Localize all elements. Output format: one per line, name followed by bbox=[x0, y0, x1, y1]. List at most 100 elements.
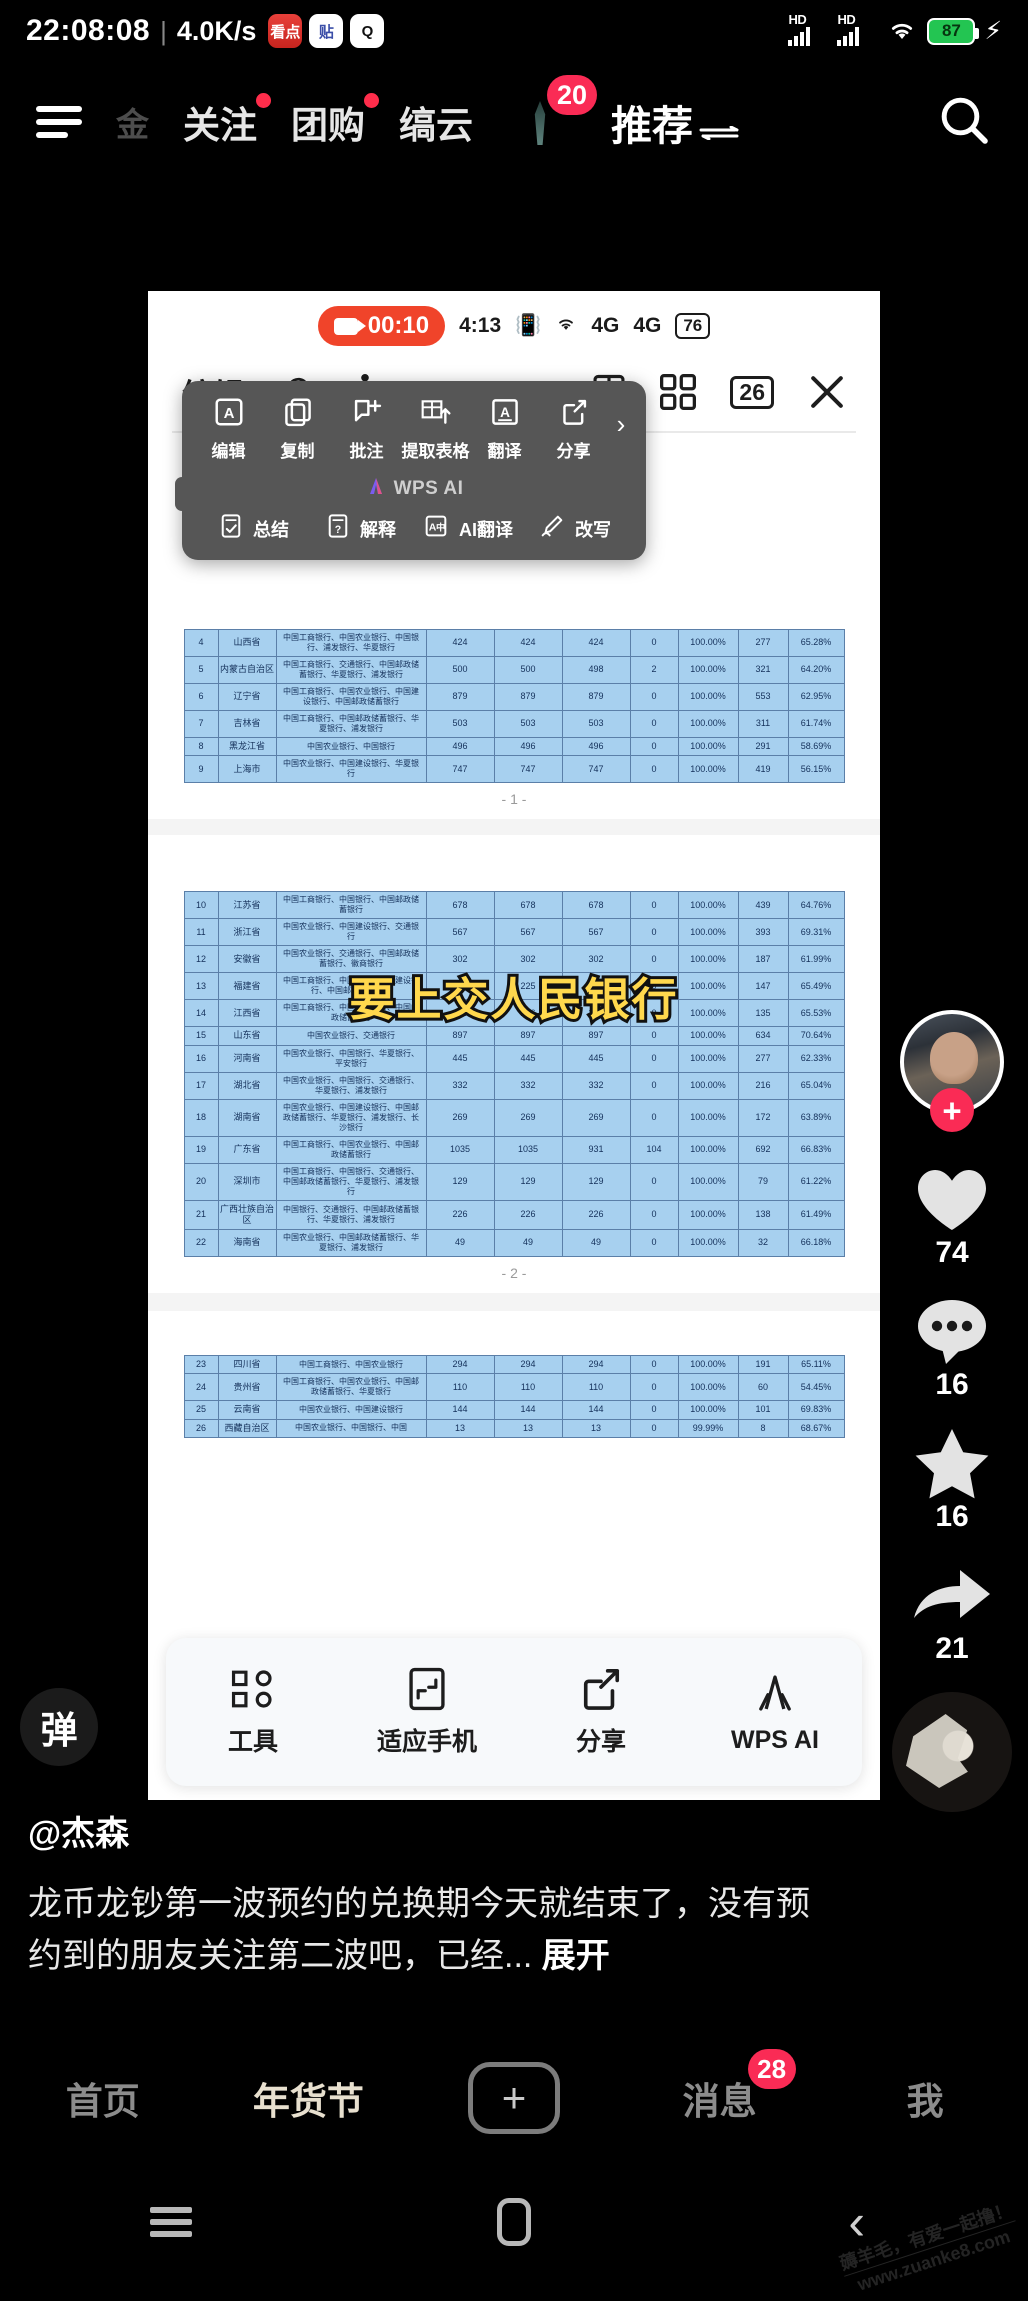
table-cell: 747 bbox=[493, 755, 563, 784]
tab-jin[interactable]: 金 bbox=[116, 98, 149, 146]
menu-item-rewrite-label: 改写 bbox=[575, 519, 611, 540]
hamburger-menu-icon[interactable] bbox=[36, 106, 82, 138]
table-cell: 144 bbox=[425, 1400, 495, 1420]
inner-battery-icon: 76 bbox=[675, 313, 711, 339]
tab-recommend[interactable]: 推荐 bbox=[611, 92, 741, 152]
table-cell: 中国农业银行、中国建设银行 bbox=[275, 1400, 427, 1420]
action-rail: + 74 16 16 21 bbox=[892, 1010, 1012, 1812]
nav-home[interactable]: 首页 bbox=[0, 2071, 206, 2125]
table-cell: 21 bbox=[183, 1199, 219, 1230]
ai-translate-icon: A中 bbox=[422, 513, 450, 544]
video-content-card[interactable]: 00:10 4:13 📳 4G 4G 76 编辑 26 bbox=[148, 291, 880, 1800]
avatar[interactable]: 20 bbox=[507, 75, 597, 155]
table-cell: 云南省 bbox=[217, 1400, 277, 1420]
back-icon[interactable]: ‹ bbox=[685, 2197, 1028, 2247]
table-cell: 100.00% bbox=[677, 710, 739, 738]
table-cell: 100.00% bbox=[677, 656, 739, 684]
menu-item-translate-label: 翻译 bbox=[487, 442, 522, 461]
author-avatar[interactable]: + bbox=[900, 1010, 1004, 1132]
close-icon[interactable] bbox=[808, 373, 846, 411]
table-cell: 692 bbox=[737, 1135, 789, 1164]
charging-bolt-icon: ⚡ bbox=[984, 17, 1002, 45]
add-post-button[interactable]: + bbox=[467, 2062, 560, 2134]
table-cell: 277 bbox=[737, 1044, 789, 1073]
bottom-item-wps-ai[interactable]: WPS AI bbox=[688, 1670, 862, 1755]
menu-item-share[interactable]: 分享 bbox=[539, 395, 608, 462]
bottom-item-fit-phone[interactable]: 适应手机 bbox=[340, 1666, 514, 1758]
tab-groupbuy[interactable]: 团购 bbox=[291, 93, 379, 149]
table-cell: 49 bbox=[493, 1229, 563, 1257]
menu-item-copy[interactable]: 复制 bbox=[263, 395, 332, 462]
table-cell: 13 bbox=[561, 1418, 631, 1438]
comment-button[interactable]: 16 bbox=[892, 1292, 1012, 1402]
table-row: 20 深圳市 中国工商银行、中国银行、交通银行、中国邮政储蓄银行、华夏银行、浦发银行… bbox=[183, 1162, 845, 1201]
inner-clock: 4:13 bbox=[459, 314, 502, 337]
search-icon[interactable] bbox=[936, 92, 992, 153]
table-cell: 8 bbox=[737, 1418, 789, 1438]
page-count-badge[interactable]: 26 bbox=[730, 375, 774, 409]
grid-view-icon[interactable] bbox=[660, 374, 697, 410]
table-cell: 1035 bbox=[425, 1135, 495, 1164]
table-cell: 70.64% bbox=[787, 1026, 845, 1046]
wps-ai-brand: WPS AI bbox=[182, 462, 646, 513]
tab-local[interactable]: 缟云 bbox=[399, 95, 473, 149]
nav-profile[interactable]: 我 bbox=[822, 2071, 1028, 2125]
table-cell: 897 bbox=[493, 1026, 563, 1046]
menu-item-translate[interactable]: A 翻译 bbox=[470, 395, 539, 462]
table-cell: 1035 bbox=[493, 1135, 563, 1164]
table-cell: 100.00% bbox=[677, 1373, 739, 1402]
menu-item-extract-table[interactable]: 提取表格 bbox=[401, 395, 470, 462]
recent-apps-icon[interactable] bbox=[0, 2207, 343, 2237]
table-cell: 中国工商银行、中国银行、交通银行、中国邮政储蓄银行、华夏银行、浦发银行 bbox=[275, 1162, 427, 1201]
favorite-button[interactable]: 16 bbox=[892, 1424, 1012, 1534]
table-cell: 广西壮族自治区 bbox=[217, 1199, 277, 1230]
table-cell: 445 bbox=[425, 1044, 495, 1073]
danmaku-toggle-button[interactable]: 弹 bbox=[20, 1688, 98, 1766]
share-out-icon bbox=[514, 1666, 688, 1712]
follow-button[interactable]: + bbox=[930, 1088, 974, 1132]
share-button[interactable]: 21 bbox=[892, 1556, 1012, 1666]
tab-following[interactable]: 关注 bbox=[183, 93, 271, 149]
table-cell: 100.00% bbox=[677, 1071, 739, 1100]
menu-item-ai-translate[interactable]: A中 AI翻译 bbox=[414, 513, 521, 544]
qq-icon: Q bbox=[350, 14, 385, 48]
svg-text:?: ? bbox=[335, 524, 342, 536]
table-cell: 129 bbox=[493, 1162, 563, 1201]
menu-item-rewrite[interactable]: 改写 bbox=[521, 513, 628, 544]
like-button[interactable]: 74 bbox=[892, 1160, 1012, 1270]
status-time: 22:08:08 bbox=[26, 14, 151, 47]
bank-table-page1: 4 山西省 中国工商银行、中国农业银行、中国银行、浦发银行、华夏银行 424 424 42… bbox=[183, 629, 845, 784]
table-cell: 634 bbox=[737, 1026, 789, 1046]
table-cell: 18 bbox=[183, 1098, 219, 1137]
table-cell: 500 bbox=[493, 656, 563, 684]
signal-sim2-icon: HD bbox=[837, 12, 877, 46]
music-disc-icon[interactable] bbox=[892, 1692, 1012, 1812]
chevron-right-icon[interactable]: › bbox=[608, 395, 634, 440]
bottom-item-share[interactable]: 分享 bbox=[514, 1666, 688, 1758]
menu-item-annotate[interactable]: 批注 bbox=[332, 395, 401, 462]
nav-messages[interactable]: 消息 28 bbox=[617, 2049, 823, 2125]
menu-item-summary[interactable]: 总结 bbox=[200, 513, 307, 544]
menu-item-explain[interactable]: ? 解释 bbox=[307, 513, 414, 544]
home-icon[interactable] bbox=[343, 2198, 686, 2246]
caption-text: 龙币龙钞第一波预约的兑换期今天就结束了，没有预约到的朋友关注第二波吧，已经...… bbox=[28, 1879, 828, 1982]
table-cell: 13 bbox=[425, 1418, 495, 1438]
table-cell: 中国农业银行、中国银行、中国 bbox=[275, 1418, 427, 1438]
caption-username[interactable]: @杰森 bbox=[28, 1806, 828, 1855]
signal-sim1-icon: HD bbox=[788, 12, 828, 46]
table-cell: 中国农业银行、交通银行 bbox=[275, 1026, 427, 1046]
nav-newyear-festival[interactable]: 年货节 bbox=[206, 2071, 412, 2125]
table-cell: 0 bbox=[629, 1229, 679, 1257]
status-network-speed: 4.0K/s bbox=[176, 15, 257, 46]
caption-expand-link[interactable]: 展开 bbox=[542, 1937, 610, 1975]
menu-item-edit[interactable]: A 编辑 bbox=[194, 395, 263, 462]
table-cell: 110 bbox=[425, 1373, 495, 1402]
table-cell: 216 bbox=[737, 1071, 789, 1100]
table-cell: 100.00% bbox=[677, 1135, 739, 1164]
wps-ai-context-menu[interactable]: A 编辑 复制 批注 提取表格 A 翻译 分享 › WPS AI 总结 ? 解释… bbox=[175, 381, 646, 560]
table-cell: 64.20% bbox=[787, 656, 845, 684]
bottom-item-tools[interactable]: 工具 bbox=[166, 1666, 340, 1758]
table-cell: 191 bbox=[737, 1354, 789, 1375]
nav-create-post[interactable]: + bbox=[411, 2062, 617, 2134]
table-cell: 496 bbox=[493, 736, 563, 757]
